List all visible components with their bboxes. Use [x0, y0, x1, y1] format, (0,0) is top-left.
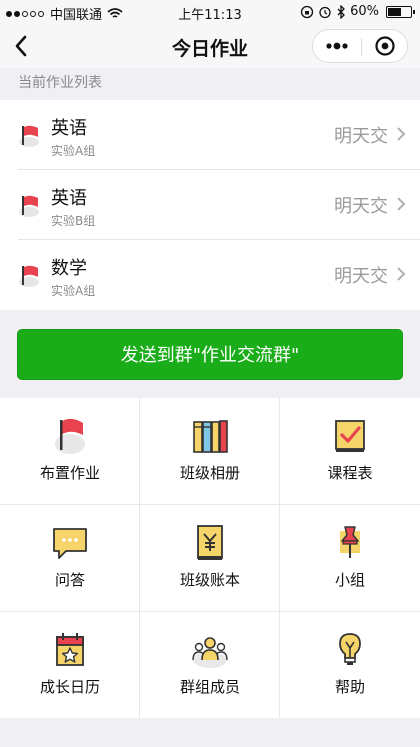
grid-item-help[interactable]: 帮助 [280, 612, 420, 718]
grid-item-group[interactable]: 小组 [280, 505, 420, 611]
yen-ledger-icon [197, 525, 223, 560]
grid-item-label: 群组成员 [179, 678, 240, 696]
grid-item-class-ledger[interactable]: 班级账本 [140, 505, 280, 611]
red-flag-icon [19, 265, 39, 287]
flag-icon [55, 418, 85, 454]
orientation-lock-icon [300, 5, 314, 18]
calendar-star-icon [56, 633, 84, 666]
homework-group: 实验A组 [51, 144, 96, 158]
homework-due: 明天交 [334, 196, 388, 217]
feature-grid: 布置作业 班级相册 课程表 问答 班级账本 小组 成长日历 群组成员 帮助 [0, 398, 420, 718]
grid-item-class-album[interactable]: 班级相册 [140, 398, 280, 504]
homework-due: 明天交 [334, 126, 388, 147]
grid-item-label: 布置作业 [39, 464, 100, 482]
status-bar: 中国联通 上午11:13 60% [0, 0, 420, 24]
grid-item-label: 问答 [54, 571, 85, 589]
homework-group: 实验A组 [51, 284, 96, 298]
bluetooth-icon [337, 4, 346, 19]
grid-item-label: 课程表 [327, 464, 373, 482]
grid-item-growth-calendar[interactable]: 成长日历 [0, 612, 140, 718]
homework-item[interactable]: 英语 实验B组 明天交 [0, 170, 420, 240]
homework-subject: 英语 [51, 188, 87, 209]
status-right: 60% [300, 4, 415, 19]
grid-item-qa[interactable]: 问答 [0, 505, 140, 611]
target-circle-icon [375, 36, 395, 56]
grid-item-label: 班级相册 [179, 464, 240, 482]
homework-item[interactable]: 数学 实验A组 明天交 [0, 240, 420, 310]
chevron-right-icon [397, 127, 406, 141]
homework-list: 英语 实验A组 明天交 英语 实验B组 明天交 数学 实验A组 明天交 [0, 100, 420, 310]
books-icon [193, 420, 228, 453]
grid-item-group-members[interactable]: 群组成员 [140, 612, 280, 718]
grid-item-label: 帮助 [334, 678, 365, 696]
grid-item-label: 成长日历 [39, 678, 100, 696]
battery-icon [386, 5, 415, 18]
chevron-right-icon [397, 197, 406, 211]
send-to-group-button[interactable]: 发送到群"作业交流群" [17, 329, 403, 380]
pushpin-icon [340, 526, 360, 558]
alarm-icon [319, 6, 331, 18]
chat-bubble-icon [53, 528, 87, 559]
more-button[interactable] [313, 30, 361, 62]
section-header: 当前作业列表 [18, 75, 102, 91]
chevron-right-icon [397, 267, 406, 281]
red-flag-icon [19, 125, 39, 147]
group-members-icon [192, 637, 228, 668]
grid-item-label: 小组 [334, 571, 365, 589]
lightbulb-icon [339, 633, 361, 665]
homework-group: 实验B组 [51, 214, 96, 228]
grid-item-label: 班级账本 [179, 571, 240, 589]
nav-bar: 今日作业 [0, 24, 420, 68]
red-flag-icon [19, 195, 39, 217]
mini-program-capsule [312, 29, 408, 63]
homework-item[interactable]: 英语 实验A组 明天交 [0, 100, 420, 170]
battery-percent: 60% [350, 4, 379, 19]
capsule-close-button[interactable] [362, 30, 408, 62]
checkbox-icon [335, 420, 365, 452]
grid-item-schedule[interactable]: 课程表 [280, 398, 420, 504]
more-dots-icon [326, 42, 348, 50]
homework-due: 明天交 [334, 266, 388, 287]
homework-subject: 英语 [51, 118, 87, 139]
homework-subject: 数学 [51, 258, 87, 279]
grid-item-assign-homework[interactable]: 布置作业 [0, 398, 140, 504]
